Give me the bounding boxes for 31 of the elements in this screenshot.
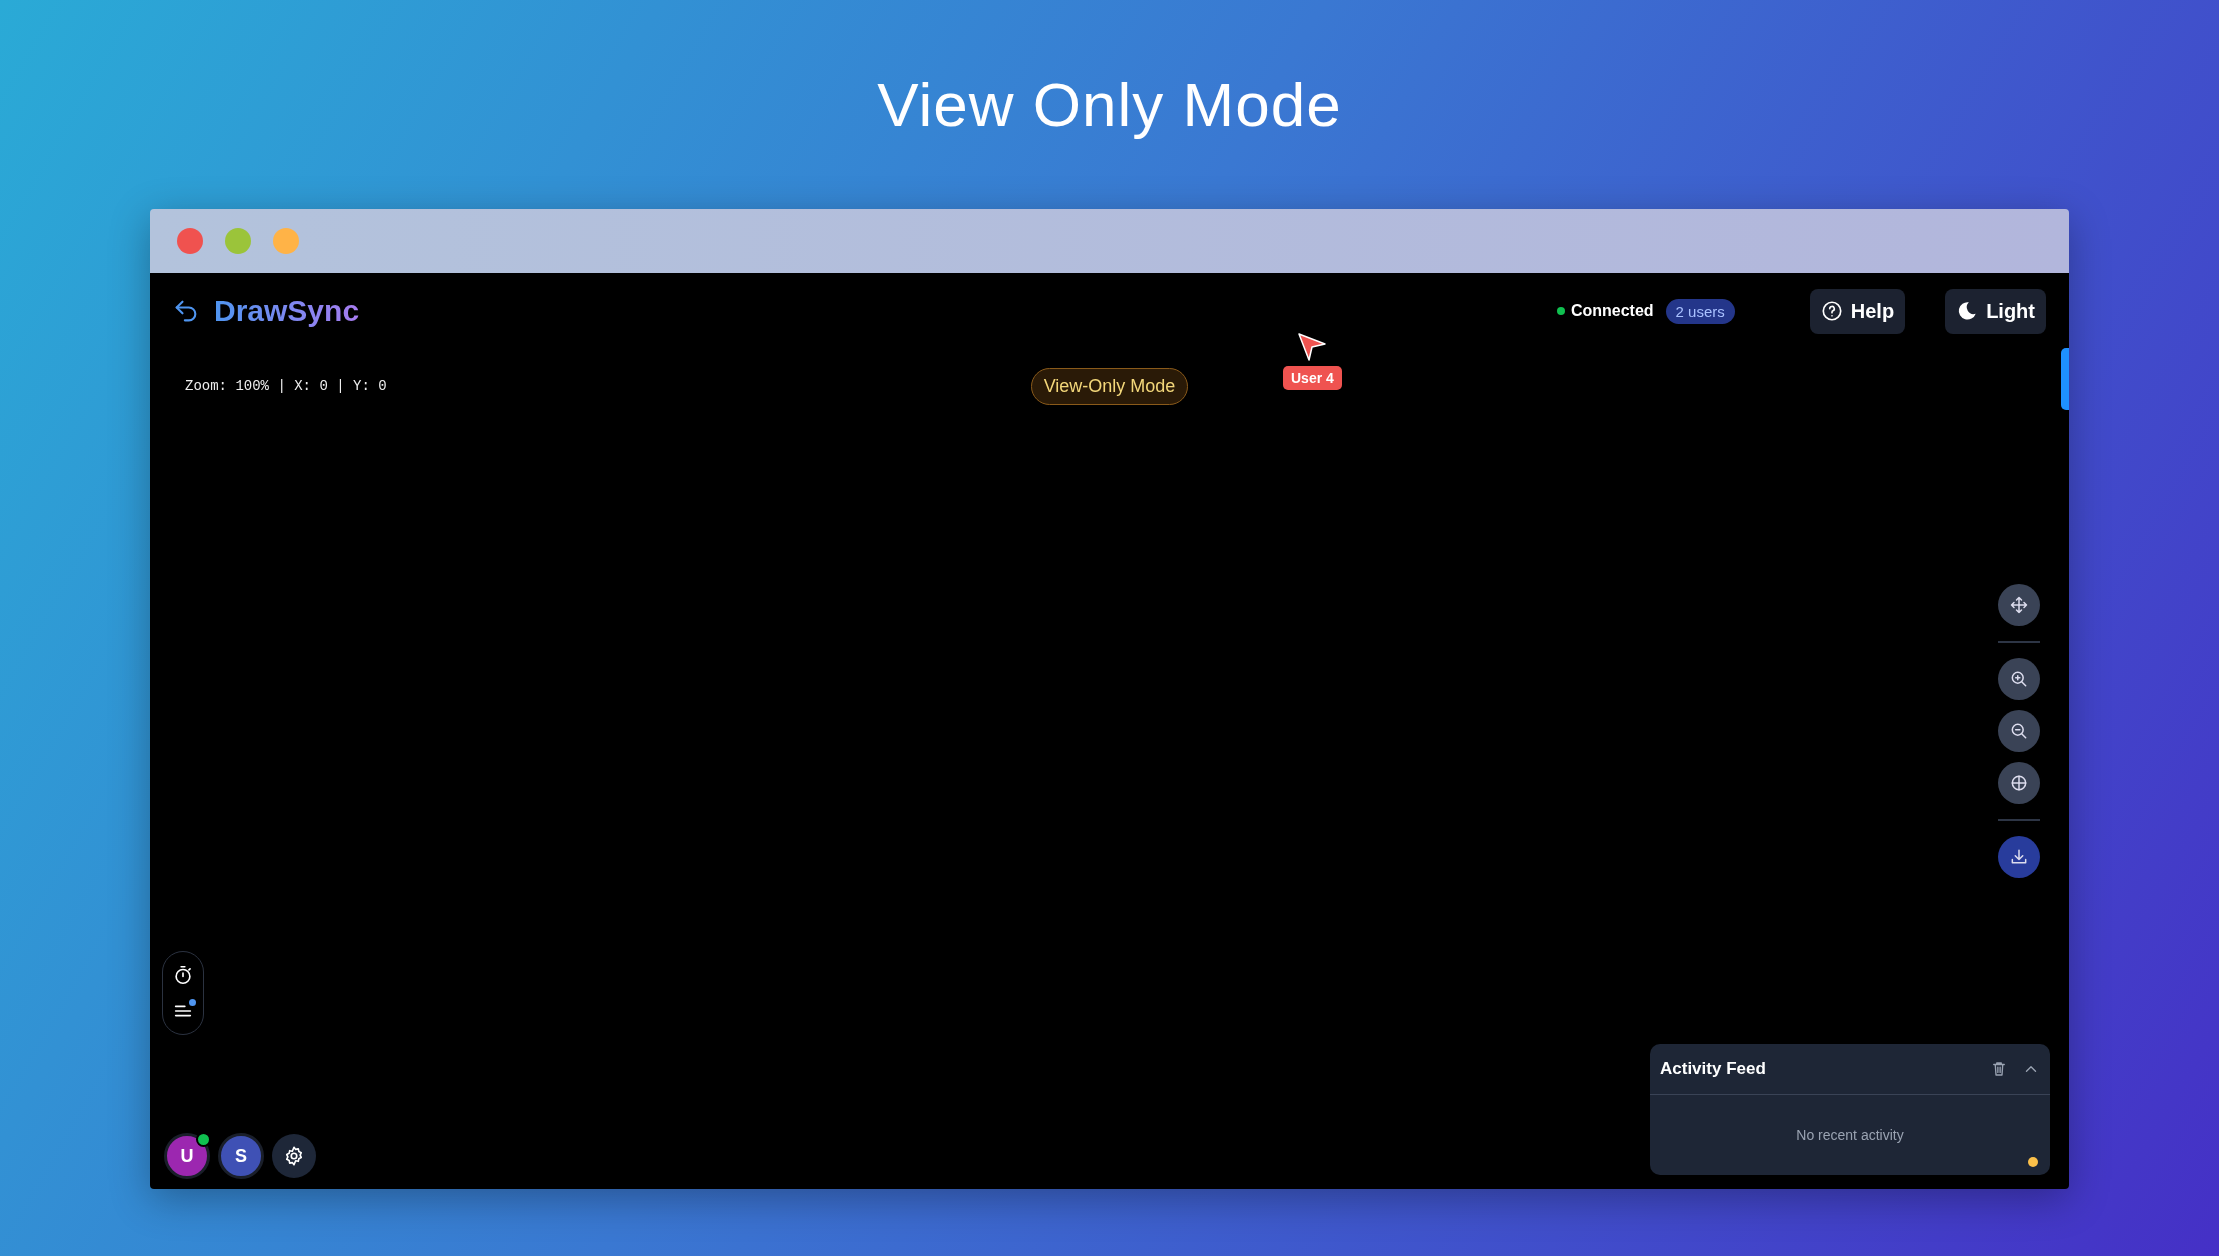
stopwatch-icon (172, 964, 194, 986)
empty-message: No recent activity (1796, 1127, 1904, 1143)
zoom-in-button[interactable] (1998, 658, 2040, 700)
download-icon (2009, 847, 2029, 867)
zoom-coordinates: Zoom: 100% | X: 0 | Y: 0 (184, 378, 388, 394)
move-icon (2009, 595, 2029, 615)
pan-button[interactable] (1998, 584, 2040, 626)
download-button[interactable] (1998, 836, 2040, 878)
zoom-out-icon (2009, 721, 2029, 741)
settings-button[interactable] (272, 1134, 316, 1178)
zoom-out-button[interactable] (1998, 710, 2040, 752)
trash-icon (1990, 1060, 2008, 1078)
help-button[interactable]: Help (1809, 288, 1906, 334)
user-avatar[interactable]: U (164, 1133, 210, 1179)
clear-button[interactable] (1990, 1060, 2008, 1078)
cursor-label: User 4 (1283, 366, 1342, 390)
timer-button[interactable] (172, 964, 194, 986)
settings-icon (283, 1145, 305, 1167)
zoom-in-icon (2009, 669, 2029, 689)
status-dot (2028, 1157, 2038, 1167)
user-avatar[interactable]: S (218, 1133, 264, 1179)
panel-title: Activity Feed (1660, 1059, 1767, 1079)
crosshair-icon (2009, 773, 2029, 793)
help-icon (1820, 300, 1843, 322)
view-only-badge: View-Only Mode (1030, 367, 1189, 405)
recenter-button[interactable] (1998, 762, 2040, 804)
theme-button[interactable]: Light (1945, 288, 2046, 334)
scroll-indicator (2061, 348, 2069, 410)
user-count-badge: 2 users (1665, 298, 1735, 324)
page-title: View Only Mode (877, 70, 1342, 140)
connection-status: Connected (1570, 302, 1654, 320)
